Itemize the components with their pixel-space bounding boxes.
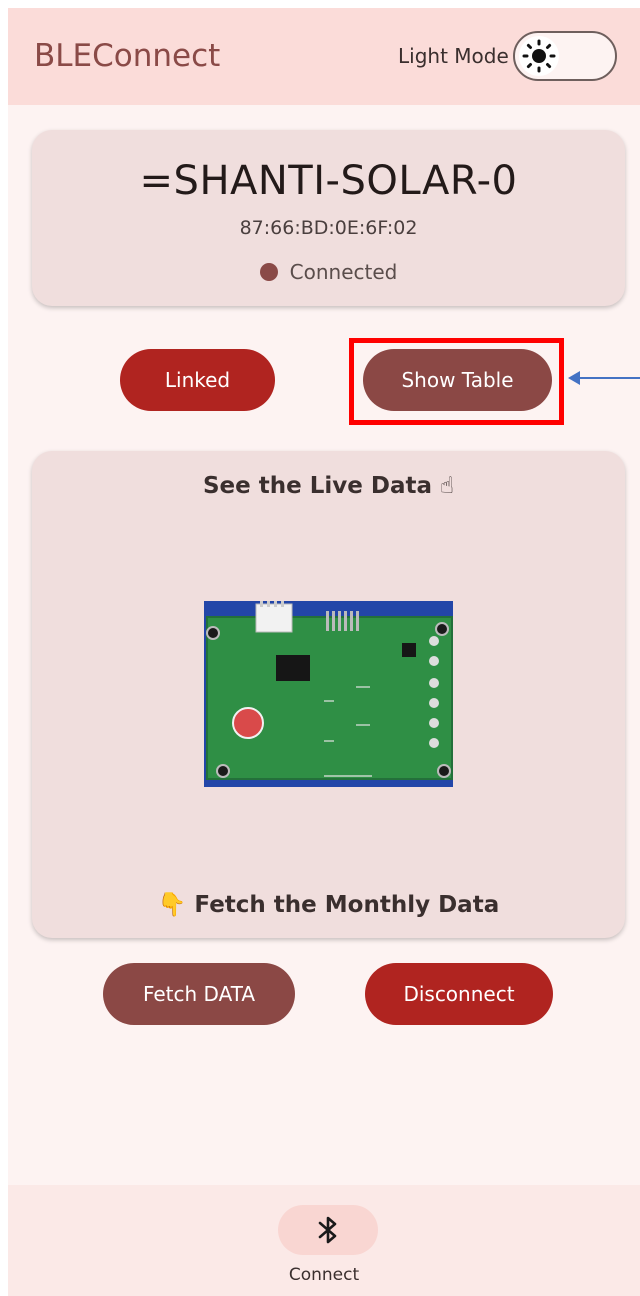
bluetooth-icon	[318, 1216, 337, 1244]
live-data-card: See the Live Data ☝ 👇 Fetch the Monthly …	[32, 451, 625, 938]
bottom-navigation: Connect	[8, 1185, 640, 1296]
device-card: =SHANTI-SOLAR-0 87:66:BD:0E:6F:02 Connec…	[32, 130, 625, 306]
light-mode-toggle[interactable]	[513, 31, 617, 81]
annotation-arrow-head	[568, 371, 580, 385]
sun-icon	[522, 39, 556, 73]
disconnect-button[interactable]: Disconnect	[365, 963, 553, 1025]
connection-status: Connected	[32, 260, 625, 284]
nav-connect-item[interactable]	[278, 1205, 378, 1255]
status-text: Connected	[289, 260, 398, 284]
app-title: BLEConnect	[34, 38, 221, 74]
status-dot-icon	[259, 263, 278, 281]
app-bar: BLEConnect Light Mode	[8, 8, 640, 105]
device-board-image	[204, 601, 453, 787]
app-screen: BLEConnect Light Mode =SHANTI-SOLAR-0 87…	[8, 8, 640, 1296]
live-data-title: See the Live Data ☝	[202, 473, 455, 499]
toggle-thumb[interactable]	[519, 36, 559, 76]
fetch-data-button[interactable]: Fetch DATA	[103, 963, 295, 1025]
nav-connect-label[interactable]: Connect	[8, 1265, 640, 1285]
linked-button[interactable]: Linked	[120, 349, 275, 411]
annotation-arrow-line	[578, 377, 640, 379]
mode-label: Light Mode	[398, 44, 509, 68]
device-mac-address: 87:66:BD:0E:6F:02	[239, 217, 418, 239]
highlight-box	[349, 338, 564, 425]
monthly-data-title: 👇 Fetch the Monthly Data	[157, 892, 500, 918]
device-name: =SHANTI-SOLAR-0	[139, 158, 518, 204]
